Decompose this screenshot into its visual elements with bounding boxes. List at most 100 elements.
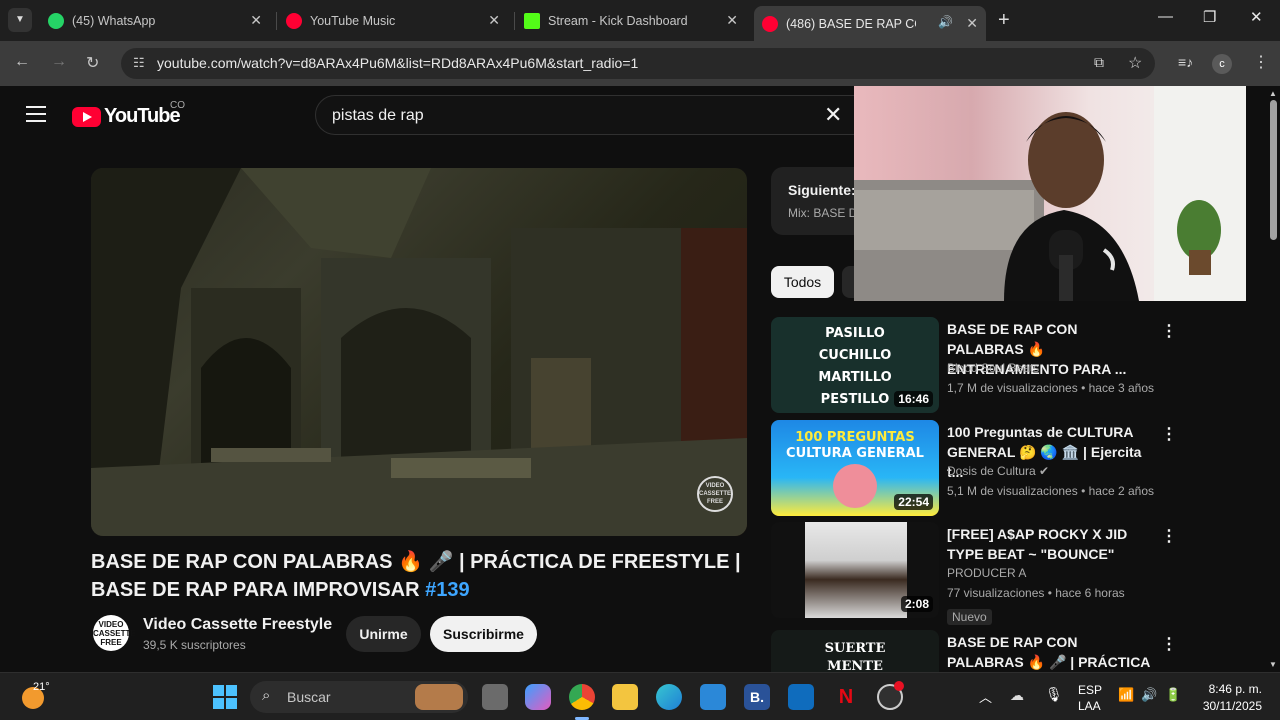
recommendation-item[interactable]: PASILLO CUCHILLO MARTILLO PESTILLO 16:46… [771, 317, 1191, 413]
tab-search-button[interactable]: ▼ [8, 8, 32, 32]
media-controls-icon[interactable]: ≡♪ [1178, 54, 1193, 70]
more-actions-icon[interactable]: ⋮ [1161, 634, 1177, 654]
new-tab-button[interactable]: + [998, 9, 1010, 32]
video-thumbnail[interactable]: 2:08 [771, 522, 939, 618]
tab-youtube-music[interactable]: YouTube Music ✕ [278, 6, 508, 36]
join-button[interactable]: Unirme [346, 616, 421, 652]
taskbar-search-placeholder[interactable]: Buscar [287, 689, 331, 705]
webcam-image [854, 86, 1246, 301]
page-scrollbar[interactable]: ▲ ▼ [1267, 86, 1280, 672]
recommendation-title[interactable]: [FREE] A$AP ROCKY X JID TYPE BEAT ~ "BOU… [947, 524, 1157, 564]
weather-temperature[interactable]: 21° [33, 681, 50, 693]
battery-icon[interactable]: 🔋 [1165, 687, 1181, 703]
subscribe-button[interactable]: Suscribirme [430, 616, 537, 652]
outlook-icon[interactable] [788, 684, 814, 710]
browser-menu-icon[interactable]: ⋮ [1253, 52, 1269, 72]
video-player[interactable]: VIDEO CASSETTE FREE [91, 168, 747, 536]
scroll-down-icon[interactable]: ▼ [1269, 660, 1277, 669]
up-next-label: Siguiente: [788, 182, 856, 198]
tab-title: (45) WhatsApp [72, 14, 156, 28]
video-duration: 22:54 [894, 494, 933, 510]
search-query[interactable]: pistas de rap [332, 107, 424, 125]
more-actions-icon[interactable]: ⋮ [1161, 321, 1177, 341]
tab-title: (486) BASE DE RAP CON PA [786, 16, 916, 31]
search-input[interactable]: pistas de rap ✕ [315, 95, 855, 135]
forward-icon[interactable]: → [51, 53, 67, 71]
recommendation-item[interactable]: SUERTE MENTE BASE DE RAP CON PALABRAS 🔥 … [771, 630, 1191, 672]
youtube-play-icon [72, 106, 101, 127]
kick-icon [524, 13, 540, 29]
close-window-icon[interactable]: ✕ [1250, 8, 1263, 26]
channel-name[interactable]: Video Cassette Freestyle [143, 616, 332, 634]
clear-search-icon[interactable]: ✕ [824, 102, 842, 128]
store-icon[interactable] [700, 684, 726, 710]
site-info-icon[interactable]: ☷ [133, 55, 145, 71]
reload-icon[interactable]: ↻ [86, 53, 99, 73]
close-tab-icon[interactable]: ✕ [966, 15, 978, 32]
close-tab-icon[interactable]: ✕ [250, 12, 262, 29]
start-icon[interactable] [213, 685, 237, 709]
thumb-word: 100 PREGUNTAS [795, 430, 915, 445]
profile-avatar[interactable]: c [1212, 54, 1232, 74]
edge-icon[interactable] [656, 684, 682, 710]
file-explorer-icon[interactable] [612, 684, 638, 710]
minimize-icon[interactable]: — [1158, 8, 1173, 25]
close-tab-icon[interactable]: ✕ [488, 12, 500, 29]
clock-time[interactable]: 8:46 p. m. [1180, 682, 1262, 696]
subscriber-count: 39,5 K suscriptores [143, 638, 246, 652]
volume-icon[interactable]: 🔊 [1141, 687, 1157, 703]
recommendation-item[interactable]: 2:08 [FREE] A$AP ROCKY X JID TYPE BEAT ~… [771, 522, 1191, 625]
url-text[interactable]: youtube.com/watch?v=d8ARAx4Pu6M&list=RDd… [157, 55, 638, 71]
recommendation-title[interactable]: BASE DE RAP CON PALABRAS 🔥 🎤 | PRÁCTICA … [947, 632, 1157, 672]
more-actions-icon[interactable]: ⋮ [1161, 526, 1177, 546]
video-thumbnail[interactable]: 100 PREGUNTAS CULTURA GENERAL 22:54 [771, 420, 939, 516]
tray-overflow-icon[interactable]: ︿ [979, 687, 992, 706]
channel-avatar[interactable]: VIDEO CASSETTE FREE [93, 615, 136, 651]
keyboard-layout[interactable]: LAA [1078, 699, 1101, 713]
language-indicator[interactable]: ESP [1078, 683, 1102, 697]
menu-icon[interactable] [26, 106, 46, 122]
up-next-panel[interactable]: Siguiente: Mix: BASE D [771, 167, 861, 235]
clock-date[interactable]: 30/11/2025 [1180, 699, 1262, 713]
speaker-icon[interactable]: 🔊 [938, 15, 953, 29]
chrome-icon[interactable] [569, 684, 595, 710]
close-tab-icon[interactable]: ✕ [726, 12, 738, 29]
netflix-icon[interactable]: N [833, 684, 859, 710]
video-duration: 16:46 [894, 391, 933, 407]
thumb-word: MENTE [827, 659, 883, 672]
youtube-logo[interactable]: YouTube [72, 105, 181, 128]
copilot-icon[interactable] [525, 684, 551, 710]
tab-title: Stream - Kick Dashboard [548, 14, 688, 28]
tab-youtube-active[interactable]: (486) BASE DE RAP CON PA 🔊 ✕ [754, 6, 986, 41]
address-bar[interactable]: ☷ youtube.com/watch?v=d8ARAx4Pu6M&list=R… [121, 48, 1155, 79]
recommendation-item[interactable]: 100 PREGUNTAS CULTURA GENERAL 22:54 100 … [771, 420, 1191, 516]
video-hashtag[interactable]: #139 [425, 579, 470, 601]
webcam-overlay [854, 86, 1246, 301]
video-thumbnail[interactable]: SUERTE MENTE [771, 630, 939, 672]
onedrive-icon[interactable]: ☁ [1010, 687, 1024, 704]
recommendation-channel[interactable]: PRODUCER A [947, 566, 1026, 580]
chip-all[interactable]: Todos [771, 266, 834, 298]
install-app-icon[interactable]: ⧉ [1094, 54, 1104, 71]
recommendation-channel[interactable]: Blood Soul Beats [947, 361, 1039, 375]
scrollbar-thumb[interactable] [1270, 100, 1277, 240]
thumb-word: SUERTE [824, 641, 886, 656]
recommendation-channel[interactable]: Dosis de Cultura ✔ [947, 464, 1049, 478]
recommendation-meta: 77 visualizaciones • hace 6 horas [947, 586, 1125, 600]
browser-tab-strip: ▼ (45) WhatsApp ✕ YouTube Music ✕ Stream… [0, 0, 1280, 41]
country-code: CO [170, 100, 185, 111]
task-view-icon[interactable] [482, 684, 508, 710]
b-app-icon[interactable]: B. [744, 684, 770, 710]
scroll-up-icon[interactable]: ▲ [1269, 89, 1277, 98]
video-thumbnail[interactable]: PASILLO CUCHILLO MARTILLO PESTILLO 16:46 [771, 317, 939, 413]
microphone-icon[interactable]: 🎙 [1045, 686, 1063, 703]
bookmark-star-icon[interactable]: ☆ [1128, 53, 1142, 73]
more-actions-icon[interactable]: ⋮ [1161, 424, 1177, 444]
tab-kick-dashboard[interactable]: Stream - Kick Dashboard ✕ [516, 6, 746, 36]
video-frame [91, 168, 747, 536]
maximize-icon[interactable]: ❐ [1203, 8, 1216, 26]
back-icon[interactable]: ← [14, 53, 30, 71]
tab-whatsapp[interactable]: (45) WhatsApp ✕ [40, 6, 270, 36]
taskbar-search-input[interactable]: ⌕ Buscar [250, 681, 468, 713]
wifi-icon[interactable]: 📶 [1118, 687, 1134, 703]
